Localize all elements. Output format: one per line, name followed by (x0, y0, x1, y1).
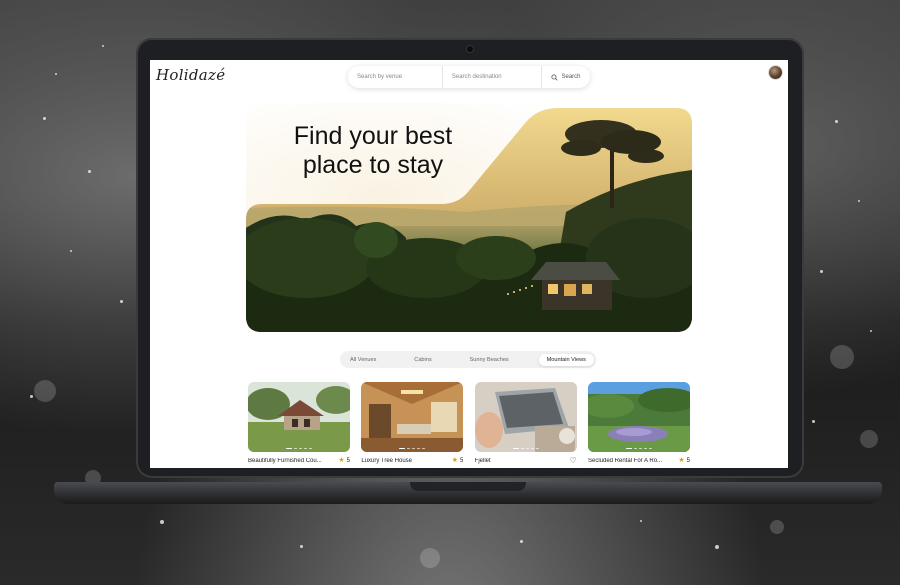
search-icon (551, 73, 559, 81)
image-carousel-dots[interactable] (361, 447, 463, 449)
tab-mountain-views[interactable]: Mountain Views (538, 353, 594, 366)
image-carousel-dots[interactable] (248, 447, 350, 449)
star-icon: ★ (451, 457, 458, 464)
tab-all-venues[interactable]: All Venues (342, 354, 384, 366)
laptop-notch (410, 482, 526, 491)
venue-card-title[interactable]: Secluded Rental For A Ro... (588, 458, 662, 464)
image-carousel-dots[interactable] (475, 447, 577, 449)
heart-icon[interactable]: ♡ (569, 457, 576, 465)
venue-rating: ★ 5 (338, 457, 350, 464)
app-logo[interactable]: Holidazé (156, 66, 225, 84)
venue-card-image[interactable] (248, 382, 350, 452)
venue-favorite[interactable]: ♡ (569, 457, 576, 465)
search-button-label: Search (561, 74, 581, 80)
venue-card-image[interactable] (474, 382, 577, 452)
venue-card-list: Beautifully Furnished Cou... ★ 5 Luxury … (248, 382, 690, 465)
browser-screen: Holidazé Search by venue Search destinat… (150, 60, 788, 468)
user-avatar[interactable] (769, 66, 782, 79)
venue-card-image[interactable] (587, 382, 690, 452)
venue-card[interactable]: Secluded Rental For A Ro... ★ 5 (587, 382, 690, 465)
venue-rating: ★ 5 (452, 457, 464, 464)
tab-cabins[interactable]: Cabins (406, 354, 439, 366)
image-carousel-dots[interactable] (588, 447, 690, 449)
star-icon: ★ (678, 457, 685, 464)
hero-title-line1: Find your best (293, 122, 453, 150)
venue-card-title[interactable]: Luxury Tree House (361, 458, 412, 464)
venue-rating: ★ 5 (678, 457, 690, 464)
venue-search-input[interactable]: Search by venue (348, 66, 443, 88)
venue-card[interactable]: Luxury Tree House ★ 5 (361, 382, 464, 465)
venue-rating-value: 5 (459, 457, 464, 464)
venue-rating-value: 5 (686, 457, 690, 464)
star-icon: ★ (338, 457, 345, 464)
venue-card-image[interactable] (361, 382, 464, 452)
hero-title-line2: place to stay (302, 151, 444, 179)
destination-search-input[interactable]: Search destination (443, 66, 542, 88)
tab-sunny-beaches[interactable]: Sunny Beaches (462, 354, 517, 366)
search-bar: Search by venue Search destination Searc… (348, 66, 590, 88)
venue-card-title[interactable]: Beautifully Furnished Cou... (248, 458, 322, 464)
search-button[interactable]: Search (542, 66, 590, 88)
category-tabs: All Venues Cabins Sunny Beaches Mountain… (340, 351, 596, 368)
venue-card-title[interactable]: Fjellet (475, 458, 491, 464)
venue-card[interactable]: Beautifully Furnished Cou... ★ 5 (248, 382, 350, 465)
venue-card[interactable]: Fjellet ♡ (474, 382, 577, 465)
venue-rating-value: 5 (346, 457, 350, 464)
laptop-base (54, 482, 882, 504)
camera (467, 46, 473, 52)
hero-title: Find your best place to stay (268, 122, 478, 180)
